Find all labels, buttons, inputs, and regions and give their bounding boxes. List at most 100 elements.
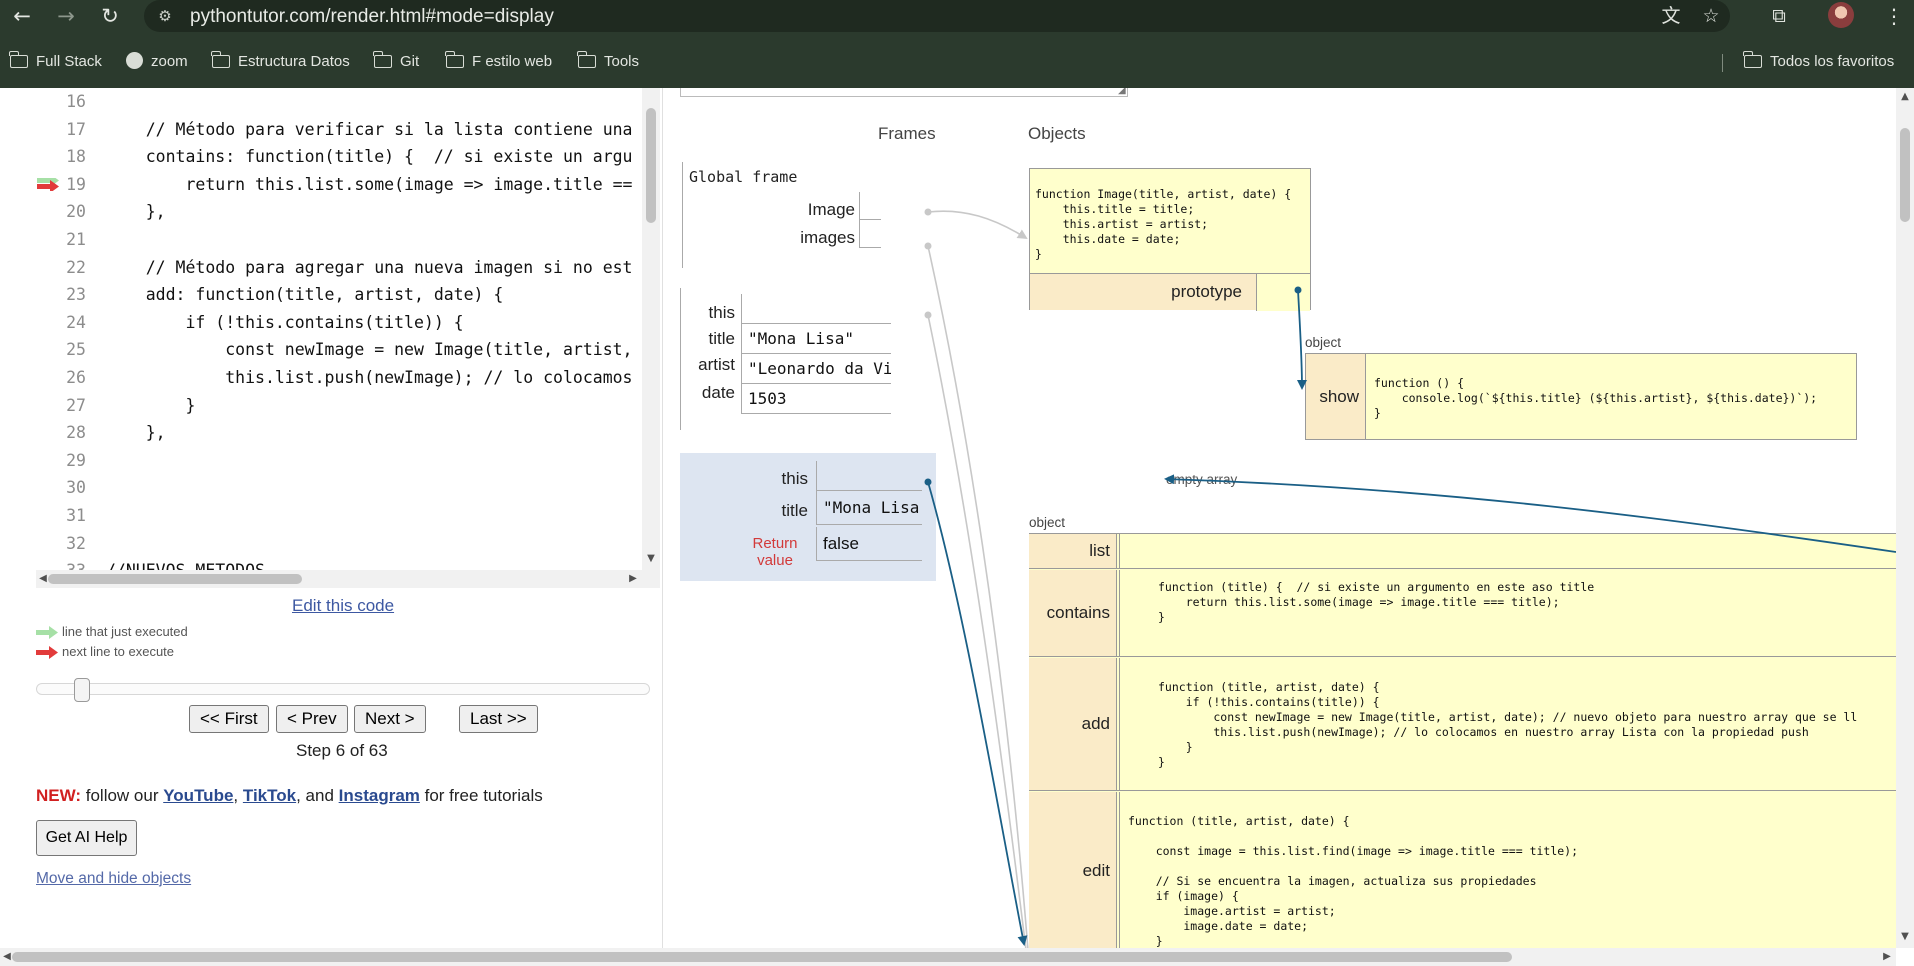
edit-function-code: function (title, artist, date) { const i… [1128,814,1579,948]
edit-code-link[interactable]: Edit this code [292,596,394,616]
folder-icon [1743,51,1762,68]
code-text: contains: function(title) { // si existe… [106,147,633,167]
bookmark-git[interactable]: Git [373,50,419,74]
pointer-dot-image [924,208,932,216]
folder-icon [211,51,230,68]
global-var-images-cell [859,220,881,248]
code-vertical-scroll-thumb[interactable] [646,108,656,223]
scroll-up-icon[interactable]: ▲ [1898,90,1912,104]
code-text: if (!this.contains(title)) { [106,312,464,332]
code-line: 33 //NUEVOS METODOS [36,557,636,570]
first-button[interactable]: << First [189,705,269,733]
next-arrow-icon [36,646,58,659]
list-value [1119,534,1896,568]
edit-row: edit function (title, artist, date) { co… [1029,792,1896,948]
profile-avatar[interactable] [1828,2,1854,28]
show-key: show [1306,354,1366,439]
step-slider-track[interactable] [36,683,650,695]
code-line: 31 [36,502,636,529]
prev-button[interactable]: < Prev [276,705,348,733]
tiktok-link[interactable]: TikTok [243,786,296,805]
contains-call-frame: this title "Mona Lisa" Return value fals… [680,453,936,581]
prototype-label: prototype [1171,282,1242,301]
address-bar[interactable]: ⚙ pythontutor.com/render.html#mode=displ… [144,0,1730,32]
code-line: 23 add: function(title, artist, date) { [36,281,636,308]
code-horizontal-scrollbar[interactable]: ◀ ▶ [36,570,660,588]
pointer-frame2-this [927,481,1028,946]
scroll-down-icon[interactable]: ▼ [1898,930,1912,944]
list-key: list [1029,534,1117,568]
edit-value: function (title, artist, date) { const i… [1119,792,1896,948]
contains-key: contains [1029,570,1117,656]
scroll-down-icon[interactable]: ▼ [644,552,658,566]
get-ai-help-button[interactable]: Get AI Help [36,820,137,856]
code-line: 17 // Método para verificar si la lista … [36,116,636,143]
scroll-right-icon[interactable]: ▶ [626,572,640,586]
forward-arrow-icon[interactable]: → [52,2,80,30]
line-number: 28 [66,423,86,443]
url-text[interactable]: pythontutor.com/render.html#mode=display [190,6,554,28]
bookmark-f-estilo-web[interactable]: F estilo web [445,50,552,74]
executed-arrow-icon [36,626,58,639]
page-vertical-scrollbar[interactable]: ▲ ▼ [1896,88,1914,948]
code-text: return this.list.some(image => image.tit… [106,174,633,194]
code-line: 20 }, [36,198,636,225]
frame1-var-name: artist [698,355,735,374]
prototype-cell [1256,274,1310,311]
line-number: 29 [66,450,86,470]
bookmark-full-stack[interactable]: Full Stack [9,50,102,74]
reload-icon[interactable]: ↻ [96,2,124,30]
site-info-icon[interactable]: ⚙ [154,5,176,27]
code-horizontal-scroll-thumb[interactable] [48,574,302,584]
code-line: 18 contains: function(title) { // si exi… [36,143,636,170]
code-text: const newImage = new Image(title, artist… [106,340,633,360]
global-frame: Global frame Image images [682,162,881,268]
line-number: 21 [66,230,86,249]
scroll-right-icon[interactable]: ▶ [1880,950,1894,964]
page-horizontal-scrollbar[interactable]: ◀ ▶ [0,948,1896,966]
code-line: 19 return this.list.some(image => image.… [36,171,636,198]
images-object: list contains function (title) { // si e… [1029,533,1896,948]
return-value-label: Return value [752,535,798,569]
line-number: 22 [66,257,86,277]
translate-icon[interactable]: 文 [1658,3,1684,29]
youtube-link[interactable]: YouTube [163,786,233,805]
next-button[interactable]: Next > [354,705,426,733]
browser-menu-icon[interactable]: ⋮ [1884,2,1904,30]
resize-grip-icon[interactable]: ◢ [1118,88,1128,96]
star-icon[interactable]: ☆ [1698,3,1724,29]
code-text: }, [106,423,166,443]
frame2-var-value: "Mona Lisa" [816,491,922,525]
instagram-link[interactable]: Instagram [339,786,420,805]
bookmarks-separator [1722,54,1723,72]
all-bookmarks[interactable]: Todos los favoritos [1743,50,1894,74]
last-button[interactable]: Last >> [459,705,538,733]
folder-icon [445,51,464,68]
page-vertical-scroll-thumb[interactable] [1900,128,1910,222]
images-object-label: object [1029,515,1066,530]
step-slider-handle[interactable] [74,678,90,702]
frame2-var-name: this [781,469,808,488]
move-hide-objects-link[interactable]: Move and hide objects [36,870,191,888]
add-key: add [1029,658,1117,790]
line-number: 31 [66,506,86,525]
folder-icon [577,51,596,68]
bookmark-zoom[interactable]: zoom [126,50,188,74]
global-var-images: images [800,228,855,247]
add-row: add function (title, artist, date) { if … [1029,658,1896,791]
image-function-code: function Image(title, artist, date) { th… [1035,187,1292,261]
frame2-var-name: title [781,501,808,520]
line-number: 24 [66,312,86,332]
page-horizontal-scroll-thumb[interactable] [12,952,1512,962]
back-arrow-icon[interactable]: ← [8,2,36,30]
code-line: 25 const newImage = new Image(title, art… [36,336,636,363]
frame2-var-value [816,461,922,491]
extensions-icon[interactable]: ⧉ [1766,3,1792,29]
add-call-frame: this title "Mona Lisa" artist "Leonardo … [680,288,891,430]
code-text: //NUEVOS METODOS [106,557,265,570]
bookmark-estructura-datos[interactable]: Estructura Datos [211,50,350,74]
code-viewer[interactable]: 16 17 // Método para verificar si la list… [36,88,660,570]
bookmark-tools[interactable]: Tools [577,50,639,74]
promo-text: NEW: follow our YouTube, TikTok, and Ins… [36,786,543,805]
code-vertical-scrollbar[interactable]: ▼ [642,88,660,570]
